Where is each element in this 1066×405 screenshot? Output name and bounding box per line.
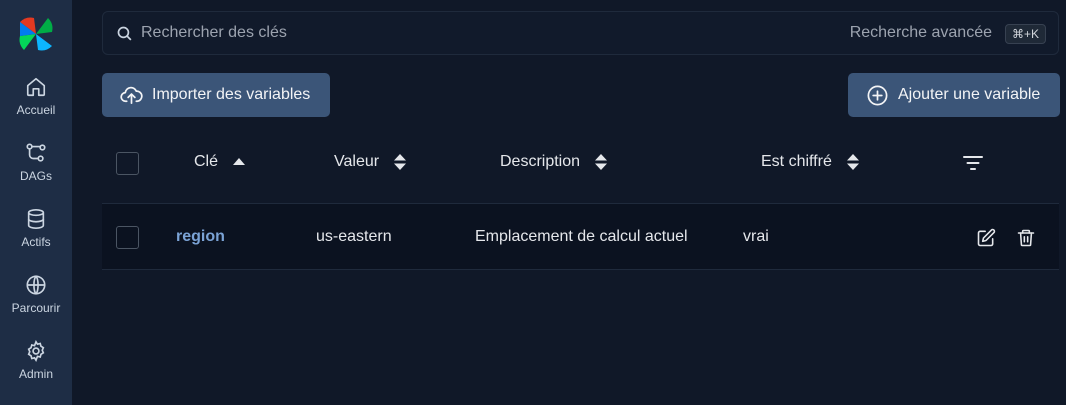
sidebar-item-actifs[interactable]: Actifs xyxy=(0,208,72,249)
sidebar-item-accueil[interactable]: Accueil xyxy=(0,76,72,117)
variable-description: Emplacement de calcul actuel xyxy=(475,228,688,245)
column-header-label: Clé xyxy=(194,153,219,170)
import-variables-label: Importer des variables xyxy=(152,86,311,103)
add-variable-button[interactable]: Ajouter une variable xyxy=(848,73,1060,117)
airflow-logo-icon[interactable] xyxy=(16,14,56,54)
row-checkbox[interactable] xyxy=(116,226,139,249)
sort-icon xyxy=(846,154,859,170)
globe-icon xyxy=(26,275,46,295)
sidebar-item-label: DAGs xyxy=(19,169,52,183)
column-header-key[interactable]: Clé xyxy=(194,153,246,171)
advanced-search-link[interactable]: Recherche avancée xyxy=(850,24,992,42)
sidebar-item-label: Accueil xyxy=(16,103,56,117)
filter-icon[interactable] xyxy=(963,155,983,171)
column-header-label: Valeur xyxy=(334,153,380,170)
sidebar-item-label: Actifs xyxy=(21,235,51,249)
home-icon xyxy=(26,77,46,97)
sort-icon xyxy=(595,154,608,170)
sidebar-item-parcourir[interactable]: Parcourir xyxy=(0,274,72,315)
variable-encrypted: vrai xyxy=(743,228,769,245)
column-header-label: Description xyxy=(500,153,581,170)
database-icon xyxy=(27,209,45,229)
sort-icon xyxy=(394,154,407,170)
shortcut-badge: ⌘+K xyxy=(1004,24,1046,44)
search-input[interactable] xyxy=(141,12,741,54)
column-header-value[interactable]: Valeur xyxy=(334,153,407,171)
column-header-encrypted[interactable]: Est chiffré xyxy=(761,153,860,171)
dags-icon xyxy=(26,143,46,162)
delete-icon[interactable] xyxy=(1016,228,1036,248)
sidebar-item-admin[interactable]: Admin xyxy=(0,340,72,381)
column-header-description[interactable]: Description xyxy=(500,153,608,171)
search-bar[interactable]: Recherche avancée ⌘+K xyxy=(102,11,1059,55)
variable-key-link[interactable]: region xyxy=(176,228,225,246)
sidebar: Accueil DAGs Actifs Parcourir Admin xyxy=(0,0,72,405)
plus-circle-icon xyxy=(867,85,888,105)
table-row: region us-eastern Emplacement de calcul … xyxy=(102,203,1059,270)
sidebar-item-label: Admin xyxy=(18,367,53,381)
gear-icon xyxy=(27,340,45,362)
column-header-label: Est chiffré xyxy=(761,153,832,170)
sort-ascending-icon xyxy=(233,158,246,165)
add-variable-label: Ajouter une variable xyxy=(898,86,1041,103)
search-icon xyxy=(117,26,132,41)
upload-cloud-icon xyxy=(120,86,143,104)
edit-icon[interactable] xyxy=(976,228,996,248)
sidebar-item-label: Parcourir xyxy=(11,301,61,315)
select-all-checkbox[interactable] xyxy=(116,152,139,175)
variable-value: us-eastern xyxy=(316,228,392,245)
sidebar-item-dags[interactable]: DAGs xyxy=(0,142,72,183)
import-variables-button[interactable]: Importer des variables xyxy=(102,73,330,117)
